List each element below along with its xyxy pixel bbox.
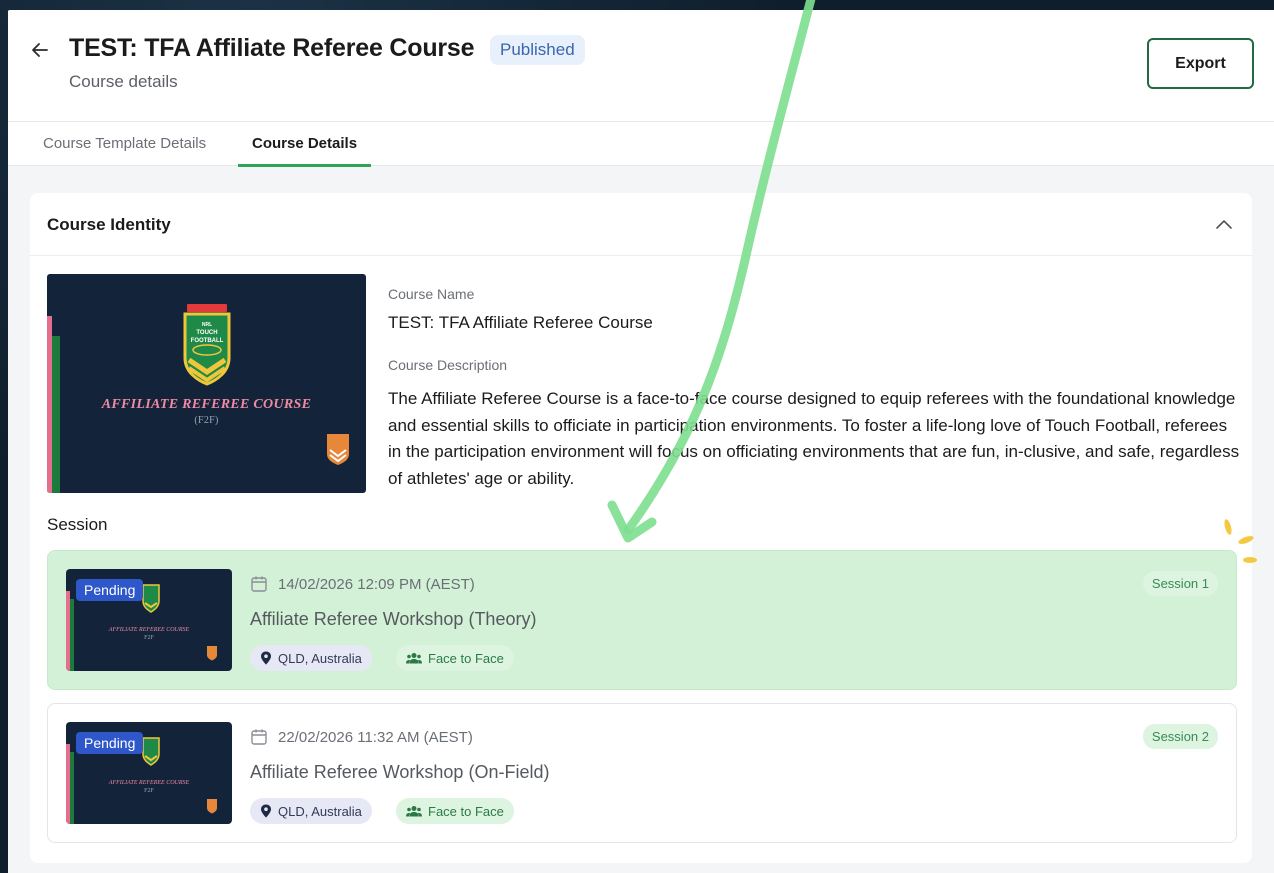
session-thumbnail: AFFILIATE REFEREE COURSE F2F Pending [66, 569, 232, 671]
card-header[interactable]: Course Identity [30, 193, 1252, 256]
svg-text:TOUCH: TOUCH [196, 330, 217, 336]
export-button[interactable]: Export [1147, 38, 1254, 89]
location-text: QLD, Australia [278, 650, 362, 666]
tab-course-template-details[interactable]: Course Template Details [29, 122, 220, 166]
session-date: 14/02/2026 12:09 PM (AEST) [250, 575, 475, 593]
session-section-title: Session [47, 515, 108, 534]
arrow-left-icon [32, 43, 48, 57]
location-chip: QLD, Australia [250, 798, 372, 824]
session-thumbnail: AFFILIATE REFEREE COURSE F2F Pending [66, 722, 232, 824]
delivery-mode-text: Face to Face [428, 803, 504, 819]
course-details-page: TEST: TFA Affiliate Referee Course Publi… [8, 10, 1274, 873]
session-number-badge: Session 1 [1142, 571, 1218, 596]
shield-logo-icon [207, 799, 217, 814]
session-number-badge: Session 2 [1142, 724, 1218, 749]
course-banner-image: NRL TOUCH FOOTBALL AFFILIATE REFEREE COU… [47, 274, 366, 493]
map-pin-icon [261, 651, 271, 665]
course-identity-card: Course Identity NRL TOUCH FOOTBALL AFFIL… [30, 193, 1252, 863]
card-title: Course Identity [47, 215, 171, 234]
course-name-value: TEST: TFA Affiliate Referee Course [388, 313, 653, 332]
collapse-button[interactable] [1214, 215, 1234, 235]
svg-text:NRL: NRL [202, 322, 212, 328]
chevron-up-icon [1216, 220, 1232, 229]
location-chip: QLD, Australia [250, 645, 372, 671]
people-icon [406, 806, 422, 817]
tab-bar: Course Template Details Course Details [8, 122, 1274, 167]
session-date: 22/02/2026 11:32 AM (AEST) [250, 728, 473, 746]
shield-logo-icon [207, 646, 217, 661]
back-button[interactable] [28, 38, 52, 62]
location-text: QLD, Australia [278, 803, 362, 819]
pending-badge: Pending [76, 732, 144, 754]
banner-subtitle: (F2F) [194, 415, 219, 426]
tab-course-details[interactable]: Course Details [238, 122, 372, 167]
delivery-mode-text: Face to Face [428, 650, 504, 666]
page-subtitle: Course details [69, 72, 178, 91]
calendar-icon [251, 729, 267, 745]
thumb-title: AFFILIATE REFEREE COURSE [108, 780, 190, 786]
session-date-text: 14/02/2026 12:09 PM (AEST) [278, 575, 475, 593]
delivery-mode-chip: Face to Face [396, 798, 514, 824]
svg-text:FOOTBALL: FOOTBALL [191, 338, 224, 344]
page-title: TEST: TFA Affiliate Referee Course [69, 34, 475, 62]
pending-badge: Pending [76, 579, 144, 601]
delivery-mode-chip: Face to Face [396, 645, 514, 671]
touch-football-logo [142, 737, 160, 766]
banner-title: AFFILIATE REFEREE COURSE [101, 397, 312, 412]
session-card-2[interactable]: AFFILIATE REFEREE COURSE F2F Pending 22/… [47, 703, 1237, 843]
course-description-value: The Affiliate Referee Course is a face-t… [388, 389, 1240, 488]
thumb-subtitle: F2F [144, 788, 154, 794]
calendar-icon [251, 576, 267, 592]
thumb-subtitle: F2F [144, 635, 154, 641]
touch-football-logo: NRL TOUCH FOOTBALL [183, 304, 231, 386]
people-icon [406, 653, 422, 664]
page-header: TEST: TFA Affiliate Referee Course Publi… [8, 10, 1274, 122]
session-card-1[interactable]: AFFILIATE REFEREE COURSE F2F Pending 14/… [47, 550, 1237, 690]
status-badge: Published [490, 35, 585, 65]
shield-logo-icon [327, 434, 349, 465]
thumb-title: AFFILIATE REFEREE COURSE [108, 627, 190, 633]
session-title: Affiliate Referee Workshop (Theory) [250, 609, 537, 629]
course-description-label: Course Description [388, 357, 508, 373]
course-name-label: Course Name [388, 286, 475, 302]
session-date-text: 22/02/2026 11:32 AM (AEST) [278, 728, 473, 746]
touch-football-logo [142, 584, 160, 613]
map-pin-icon [261, 804, 271, 818]
session-title: Affiliate Referee Workshop (On-Field) [250, 762, 550, 782]
